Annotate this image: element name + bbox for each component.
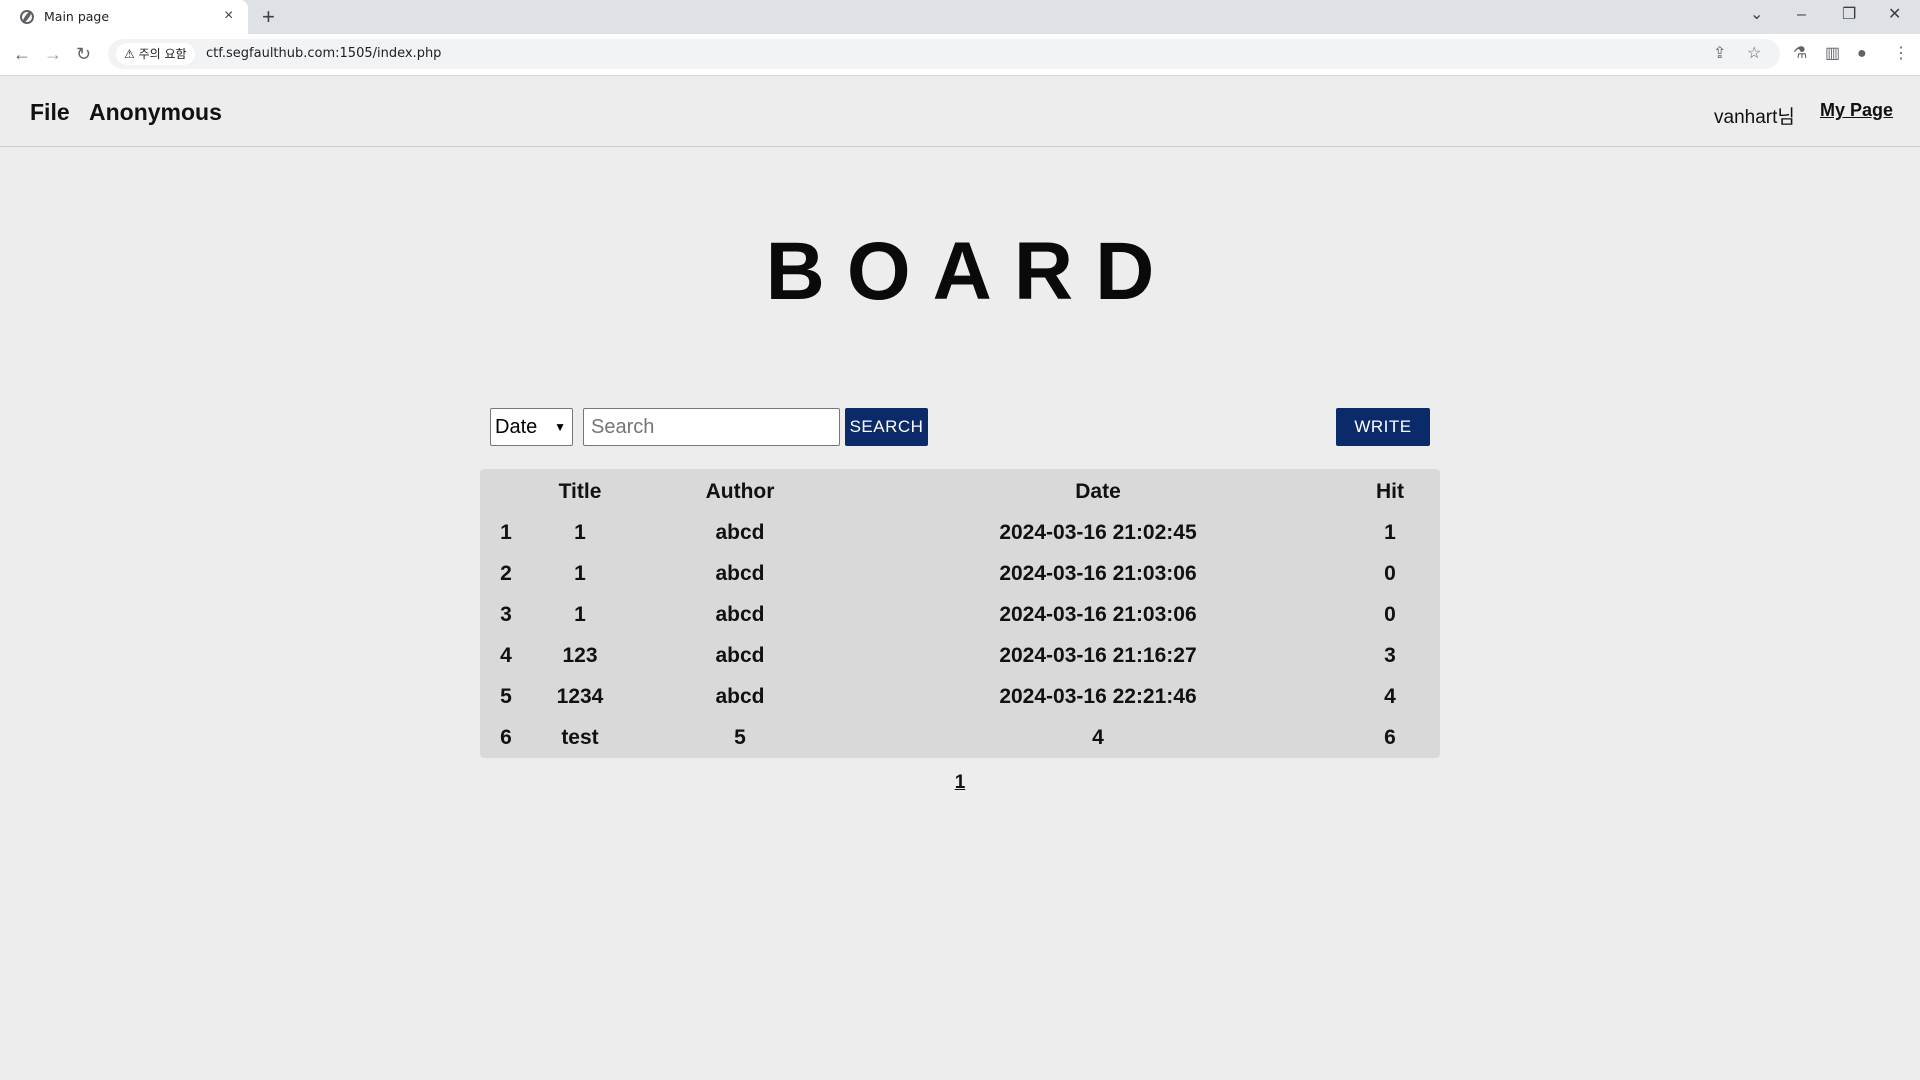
column-header-title: Title	[558, 480, 602, 503]
chevron-down-icon: ▼	[554, 420, 566, 434]
minimize-icon[interactable]: –	[1797, 4, 1806, 26]
row-hit: 0	[1384, 603, 1396, 626]
search-button[interactable]: SEARCH	[845, 408, 928, 446]
row-author: abcd	[715, 521, 765, 544]
tab-strip: Main page × + ⌄ – ❐ ✕	[0, 0, 1920, 34]
row-title[interactable]: 1	[540, 521, 620, 545]
site-header: File Anonymous vanhart님 My Page	[0, 77, 1920, 147]
window-close-icon[interactable]: ✕	[1888, 4, 1901, 26]
new-tab-icon[interactable]: +	[262, 4, 275, 30]
row-author: abcd	[715, 644, 765, 667]
pagination: 1	[0, 772, 1920, 794]
row-date: 2024-03-16 21:02:45	[999, 521, 1197, 544]
row-date: 2024-03-16 21:16:27	[999, 644, 1197, 667]
board-table: Title Author Date Hit 1 1 abcd 2024-03-1…	[480, 469, 1440, 758]
share-icon[interactable]: ⇪	[1713, 44, 1726, 64]
bookmark-star-icon[interactable]: ☆	[1747, 44, 1761, 64]
row-date: 2024-03-16 21:03:06	[999, 562, 1197, 585]
row-date: 4	[1092, 726, 1104, 749]
row-number: 3	[500, 603, 512, 626]
row-author: 5	[734, 726, 746, 749]
row-title[interactable]: 1234	[540, 685, 620, 709]
reload-icon[interactable]: ↻	[76, 43, 91, 65]
row-hit: 4	[1384, 685, 1396, 708]
browser-menu-icon[interactable]: ⋮	[1893, 44, 1909, 64]
tab-search-icon[interactable]: ⌄	[1750, 4, 1763, 26]
tab-close-icon[interactable]: ×	[224, 7, 233, 25]
page-link-1[interactable]: 1	[955, 772, 966, 793]
row-date: 2024-03-16 22:21:46	[999, 685, 1197, 708]
address-bar[interactable]: ⚠ 주의 요함 ctf.segfaulthub.com:1505/index.p…	[108, 39, 1780, 69]
row-date: 2024-03-16 21:03:06	[999, 603, 1197, 626]
nav-file-link[interactable]: File	[30, 99, 70, 126]
profile-icon[interactable]: ●	[1857, 44, 1867, 64]
write-button[interactable]: WRITE	[1336, 408, 1430, 446]
column-header-hit: Hit	[1376, 480, 1404, 503]
browser-tab[interactable]: Main page ×	[0, 0, 248, 34]
search-field-select[interactable]: Date ▼	[490, 408, 573, 446]
globe-icon	[20, 10, 34, 24]
row-hit: 0	[1384, 562, 1396, 585]
forward-icon[interactable]: →	[44, 43, 62, 65]
url-text[interactable]: ctf.segfaulthub.com:1505/index.php	[206, 46, 441, 61]
row-number: 2	[500, 562, 512, 585]
user-greeting: vanhart님	[1714, 107, 1795, 128]
row-number: 5	[500, 685, 512, 708]
row-number: 6	[500, 726, 512, 749]
search-input[interactable]	[583, 408, 840, 446]
page-title: BOARD	[765, 226, 1177, 317]
row-title[interactable]: test	[540, 726, 620, 750]
column-header-date: Date	[1075, 480, 1121, 503]
row-number: 1	[500, 521, 512, 544]
row-author: abcd	[715, 685, 765, 708]
my-page-link[interactable]: My Page	[1820, 100, 1893, 121]
row-hit: 6	[1384, 726, 1396, 749]
row-title[interactable]: 1	[540, 603, 620, 627]
back-icon[interactable]: ←	[13, 43, 31, 65]
row-hit: 1	[1384, 521, 1396, 544]
row-number: 4	[500, 644, 512, 667]
labs-icon[interactable]: ⚗	[1793, 44, 1807, 64]
security-warning-chip[interactable]: ⚠ 주의 요함	[116, 43, 195, 65]
nav-anonymous-link[interactable]: Anonymous	[89, 99, 222, 126]
row-hit: 3	[1384, 644, 1396, 667]
row-title[interactable]: 1	[540, 562, 620, 586]
row-author: abcd	[715, 603, 765, 626]
row-author: abcd	[715, 562, 765, 585]
search-select-value: Date	[495, 416, 538, 438]
row-title[interactable]: 123	[540, 644, 620, 668]
column-header-author: Author	[705, 480, 775, 503]
side-panel-icon[interactable]: ▥	[1825, 44, 1840, 64]
browser-toolbar: ← → ↻ ⚠ 주의 요함 ctf.segfaulthub.com:1505/i…	[0, 34, 1920, 76]
tab-title: Main page	[44, 9, 110, 24]
restore-icon[interactable]: ❐	[1842, 4, 1856, 26]
